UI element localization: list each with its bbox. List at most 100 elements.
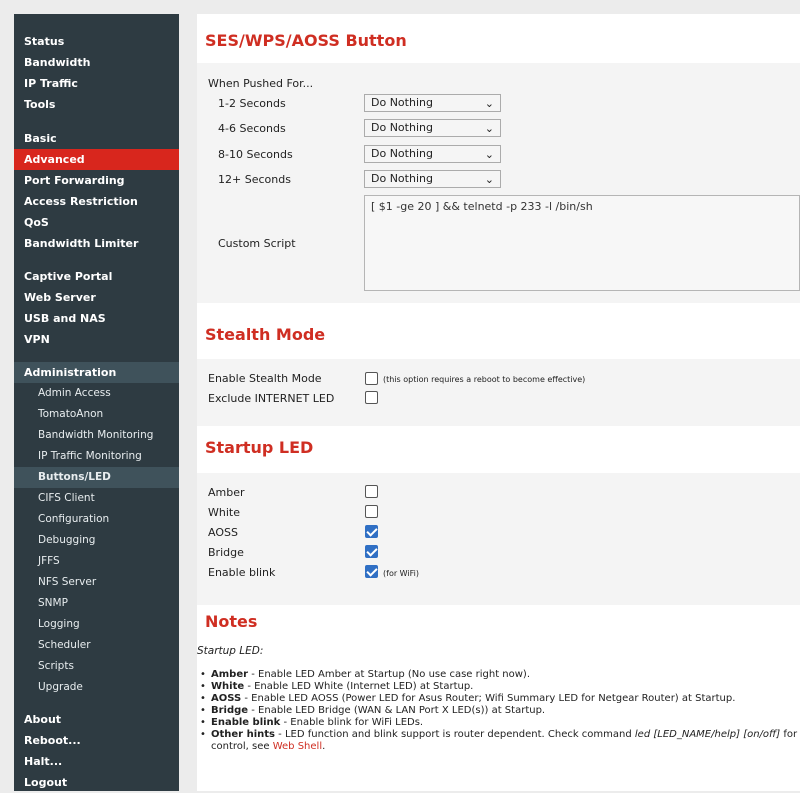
nav-configuration[interactable]: Configuration	[14, 509, 179, 530]
note-blink-text: - Enable blink for WiFi LEDs.	[280, 717, 424, 728]
note-bridge-term: Bridge	[211, 705, 249, 716]
enable-blink-checkbox[interactable]	[365, 565, 378, 578]
note-amber-text: - Enable LED Amber at Startup (No use ca…	[248, 669, 531, 680]
stealth-reboot-hint: (this option requires a reboot to become…	[383, 375, 586, 384]
sidebar: Status Bandwidth IP Traffic Tools Basic …	[14, 14, 179, 791]
note-other-text-4: .	[322, 741, 326, 752]
white-label: White	[208, 506, 240, 519]
stealth-section-title: Stealth Mode	[205, 325, 326, 344]
nav-ip-traffic-monitoring[interactable]: IP Traffic Monitoring	[14, 446, 179, 467]
chevron-down-icon: ⌄	[484, 97, 494, 110]
enable-stealth-label: Enable Stealth Mode	[208, 372, 322, 385]
aoss-checkbox[interactable]	[365, 525, 378, 538]
custom-script-label: Custom Script	[218, 237, 296, 250]
nav-port-forwarding[interactable]: Port Forwarding	[14, 170, 179, 191]
custom-script-textarea[interactable]: [ $1 -ge 20 ] && telnetd -p 233 -l /bin/…	[364, 195, 800, 291]
nav-buttons-led[interactable]: Buttons/LED	[14, 467, 179, 488]
nav-scheduler[interactable]: Scheduler	[14, 635, 179, 656]
nav-access-restriction[interactable]: Access Restriction	[14, 191, 179, 212]
note-aoss: • AOSS - Enable LED AOSS (Power LED for A…	[200, 693, 736, 704]
when-pushed-label: When Pushed For...	[208, 77, 314, 90]
exclude-internet-led-checkbox[interactable]	[365, 391, 378, 404]
duration-4-6-label: 4-6 Seconds	[218, 122, 286, 135]
amber-label: Amber	[208, 486, 245, 499]
note-amber-term: Amber	[211, 669, 249, 680]
duration-4-6-value: Do Nothing	[371, 121, 433, 134]
enable-stealth-checkbox[interactable]	[365, 372, 378, 385]
note-bridge-text: - Enable LED Bridge (WAN & LAN Port X LE…	[248, 705, 546, 716]
nav-halt[interactable]: Halt...	[14, 751, 179, 772]
chevron-down-icon: ⌄	[484, 122, 494, 135]
stealth-panel: Enable Stealth Mode (this option require…	[197, 359, 800, 426]
ses-panel: When Pushed For... 1-2 Seconds Do Nothin…	[197, 63, 800, 303]
nav-nfs-server[interactable]: NFS Server	[14, 572, 179, 593]
chevron-down-icon: ⌄	[484, 148, 494, 161]
duration-1-2-label: 1-2 Seconds	[218, 97, 286, 110]
note-white-text: - Enable LED White (Internet LED) at Sta…	[244, 681, 474, 692]
nav-basic[interactable]: Basic	[14, 128, 179, 149]
duration-1-2-select[interactable]: Do Nothing ⌄	[364, 94, 501, 112]
nav-status[interactable]: Status	[14, 31, 179, 52]
nav-admin-access[interactable]: Admin Access	[14, 383, 179, 404]
note-amber: • Amber - Enable LED Amber at Startup (No…	[200, 669, 531, 680]
nav-administration[interactable]: Administration	[14, 362, 179, 383]
web-shell-link[interactable]: Web Shell	[273, 741, 322, 752]
nav-scripts[interactable]: Scripts	[14, 656, 179, 677]
chevron-down-icon: ⌄	[484, 173, 494, 186]
nav-captive-portal[interactable]: Captive Portal	[14, 266, 179, 287]
duration-8-10-select[interactable]: Do Nothing ⌄	[364, 145, 501, 163]
enable-blink-label: Enable blink	[208, 566, 276, 579]
duration-12-plus-value: Do Nothing	[371, 172, 433, 185]
note-aoss-term: AOSS	[211, 693, 242, 704]
bridge-label: Bridge	[208, 546, 244, 559]
nav-debugging[interactable]: Debugging	[14, 530, 179, 551]
nav-snmp[interactable]: SNMP	[14, 593, 179, 614]
nav-advanced[interactable]: Advanced	[14, 149, 179, 170]
main-content: SES/WPS/AOSS Button When Pushed For... 1…	[197, 14, 800, 791]
note-blink: • Enable blink - Enable blink for WiFi LE…	[200, 717, 424, 728]
nav-reboot[interactable]: Reboot...	[14, 730, 179, 751]
nav-bandwidth-monitoring[interactable]: Bandwidth Monitoring	[14, 425, 179, 446]
note-aoss-text: - Enable LED AOSS (Power LED for Asus Ro…	[241, 693, 736, 704]
notes-section-title: Notes	[205, 612, 258, 631]
note-other-text-3: control, see	[211, 741, 273, 752]
nav-cifs-client[interactable]: CIFS Client	[14, 488, 179, 509]
note-led-command: led [LED_NAME/help] [on/off]	[634, 729, 781, 740]
nav-qos[interactable]: QoS	[14, 212, 179, 233]
startup-panel: Amber White AOSS Bridge Enable blink (fo…	[197, 473, 800, 605]
nav-about[interactable]: About	[14, 709, 179, 730]
duration-1-2-value: Do Nothing	[371, 96, 433, 109]
amber-checkbox[interactable]	[365, 485, 378, 498]
nav-tomatoanon[interactable]: TomatoAnon	[14, 404, 179, 425]
white-checkbox[interactable]	[365, 505, 378, 518]
note-white-term: White	[211, 681, 245, 692]
note-other-text-2: for adv	[783, 729, 800, 740]
duration-8-10-value: Do Nothing	[371, 147, 433, 160]
note-blink-term: Enable blink	[211, 717, 281, 728]
ses-section-title: SES/WPS/AOSS Button	[205, 31, 407, 50]
nav-bandwidth-limiter[interactable]: Bandwidth Limiter	[14, 233, 179, 254]
exclude-internet-led-label: Exclude INTERNET LED	[208, 392, 335, 405]
nav-logout[interactable]: Logout	[14, 772, 179, 793]
nav-tools[interactable]: Tools	[14, 94, 179, 115]
duration-4-6-select[interactable]: Do Nothing ⌄	[364, 119, 501, 137]
duration-12-plus-label: 12+ Seconds	[218, 173, 291, 186]
note-white: • White - Enable LED White (Internet LED)…	[200, 681, 474, 692]
duration-12-plus-select[interactable]: Do Nothing ⌄	[364, 170, 501, 188]
notes-subtitle: Startup LED:	[197, 645, 264, 657]
nav-vpn[interactable]: VPN	[14, 329, 179, 350]
nav-jffs[interactable]: JFFS	[14, 551, 179, 572]
blink-wifi-hint: (for WiFi)	[383, 569, 419, 578]
nav-web-server[interactable]: Web Server	[14, 287, 179, 308]
duration-8-10-label: 8-10 Seconds	[218, 148, 293, 161]
nav-usb-nas[interactable]: USB and NAS	[14, 308, 179, 329]
note-other-text: - LED function and blink support is rout…	[275, 729, 635, 740]
nav-ip-traffic[interactable]: IP Traffic	[14, 73, 179, 94]
nav-bandwidth[interactable]: Bandwidth	[14, 52, 179, 73]
note-other-hints-cont: control, see Web Shell.	[211, 741, 325, 753]
note-other-term: Other hints	[211, 729, 275, 740]
startup-section-title: Startup LED	[205, 438, 314, 457]
nav-logging[interactable]: Logging	[14, 614, 179, 635]
bridge-checkbox[interactable]	[365, 545, 378, 558]
nav-upgrade[interactable]: Upgrade	[14, 677, 179, 698]
